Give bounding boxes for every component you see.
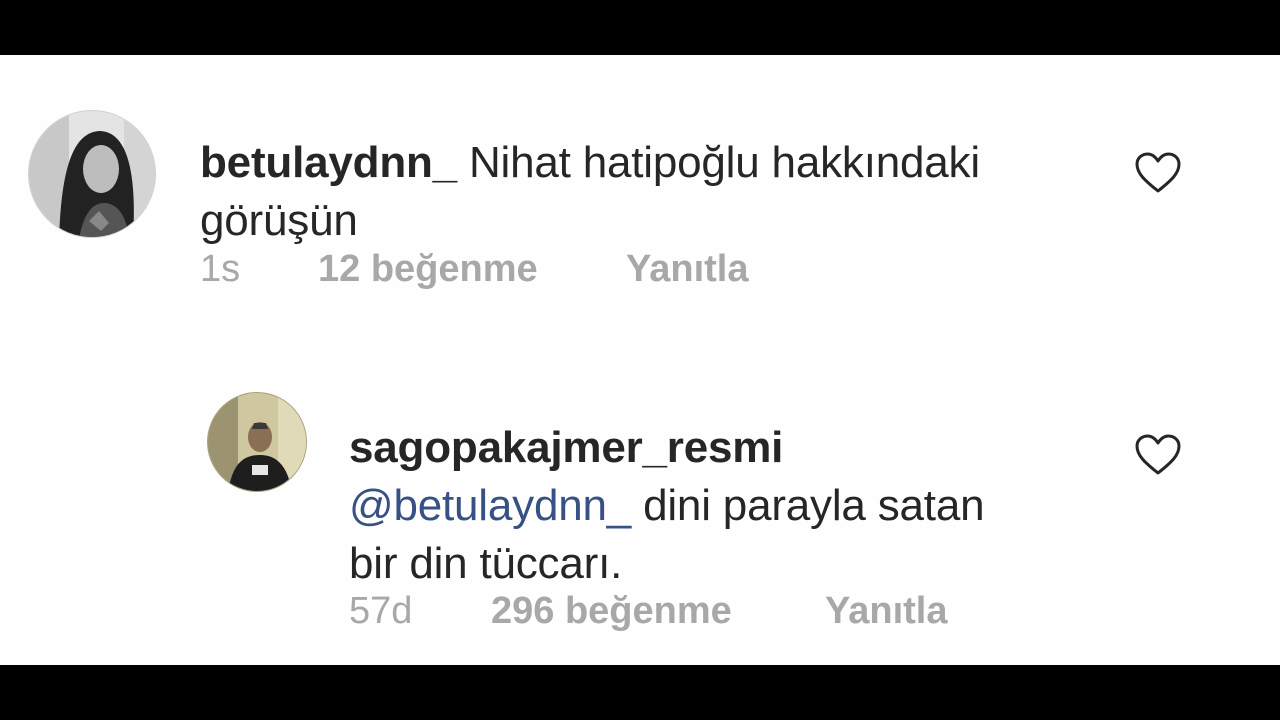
reply-button[interactable]: Yanıtla [626, 248, 749, 291]
mention-link[interactable]: @betulaydnn_ [349, 481, 631, 530]
comment-body-line1: Nihat hatipoğlu hakkındaki [468, 138, 980, 187]
comment-text: sagopakajmer_resmi @betulaydnn_ dini par… [349, 419, 1109, 593]
comment-likes[interactable]: 12 beğenme [318, 248, 538, 291]
comment-time: 57d [349, 590, 413, 632]
heart-outline-icon[interactable] [1134, 433, 1182, 477]
comment-body-line2: bir din tüccarı. [349, 539, 623, 588]
reply-comment-item: sagopakajmer_resmi @betulaydnn_ dini par… [0, 385, 1280, 665]
reply-button[interactable]: Yanıtla [825, 590, 948, 633]
comment-likes[interactable]: 296 beğenme [491, 590, 732, 633]
comment-username[interactable]: betulaydnn_ [200, 138, 457, 187]
comments-panel: betulaydnn_ Nihat hatipoğlu hakkındaki g… [0, 55, 1280, 665]
comment-username[interactable]: sagopakajmer_resmi [349, 419, 1109, 477]
comment-item: betulaydnn_ Nihat hatipoğlu hakkındaki g… [0, 55, 1280, 315]
comment-text: betulaydnn_ Nihat hatipoğlu hakkındaki g… [200, 134, 1100, 250]
comment-body-line2: görüşün [200, 196, 358, 245]
heart-outline-icon[interactable] [1134, 151, 1182, 195]
comment-time: 1s [200, 248, 241, 290]
comment-body-line1: dini parayla satan [643, 481, 985, 530]
avatar[interactable] [207, 392, 307, 492]
comment-meta: 57d 296 beğenme Yanıtla [349, 590, 1049, 636]
avatar[interactable] [28, 110, 156, 238]
comment-meta: 1s 12 beğenme Yanıtla [200, 248, 900, 294]
